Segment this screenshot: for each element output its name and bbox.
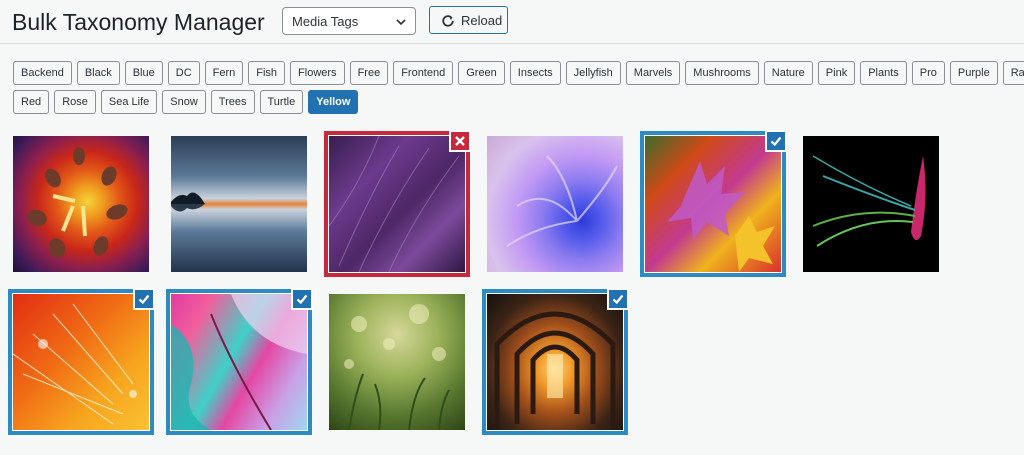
tag-marvels[interactable]: Marvels xyxy=(625,61,681,85)
tag-red[interactable]: Red xyxy=(13,90,50,114)
tag-sea-life[interactable]: Sea Life xyxy=(100,90,158,114)
tag-fern[interactable]: Fern xyxy=(204,61,244,85)
selected-badge[interactable] xyxy=(607,288,629,310)
chevron-down-icon xyxy=(396,19,406,26)
tag-row: Backend Black Blue DC Fern Fish Flowers Free Fro… xyxy=(13,61,1024,85)
tag-black[interactable]: Black xyxy=(76,61,120,85)
media-tile-arched-corridor[interactable] xyxy=(482,288,629,435)
tag-green[interactable]: Green xyxy=(458,61,505,85)
media-tile-purple-feathers[interactable] xyxy=(324,130,471,277)
check-icon xyxy=(770,136,782,147)
tag-snow[interactable]: Snow xyxy=(162,90,206,114)
media-thumbnail xyxy=(329,136,465,272)
tag-backend[interactable]: Backend xyxy=(13,61,72,85)
media-thumbnail xyxy=(487,294,623,430)
taxonomy-select-value: Media Tags xyxy=(292,14,359,29)
check-icon xyxy=(138,294,150,305)
media-tile-alcohol-ink[interactable] xyxy=(166,288,313,435)
tag-fish[interactable]: Fish xyxy=(248,61,286,85)
tag-mushrooms[interactable]: Mushrooms xyxy=(685,61,759,85)
media-thumbnail xyxy=(171,136,307,272)
page-title: Bulk Taxonomy Manager xyxy=(12,9,265,35)
tag-row: Red Rose Sea Life Snow Trees Turtle Yellow xyxy=(13,90,1017,114)
check-icon xyxy=(296,294,308,305)
tag-purple[interactable]: Purple xyxy=(949,61,998,85)
tag-yellow[interactable]: Yellow xyxy=(308,90,359,114)
media-tile-dandelion-orange[interactable] xyxy=(8,288,155,435)
selected-badge[interactable] xyxy=(291,288,313,310)
page-header: Bulk Taxonomy Manager Media Tags Reload xyxy=(0,0,1024,44)
media-tile-purple-chrysanthemum[interactable] xyxy=(482,131,628,277)
tag-rainbow[interactable]: Rainbow xyxy=(1002,61,1024,85)
media-thumbnail xyxy=(13,294,149,430)
tag-trees[interactable]: Trees xyxy=(210,90,255,114)
selected-badge[interactable] xyxy=(765,130,787,152)
selected-badge[interactable] xyxy=(133,288,155,310)
reload-button[interactable]: Reload xyxy=(429,6,508,34)
media-thumbnail xyxy=(487,136,623,272)
tag-rose[interactable]: Rose xyxy=(54,90,96,114)
taxonomy-select[interactable]: Media Tags xyxy=(282,7,416,35)
tag-blue[interactable]: Blue xyxy=(124,61,163,85)
tag-frontend[interactable]: Frontend xyxy=(393,61,454,85)
tag-free[interactable]: Free xyxy=(349,61,389,85)
tag-nature[interactable]: Nature xyxy=(763,61,813,85)
media-thumbnail xyxy=(171,294,307,430)
media-thumbnail xyxy=(13,136,149,272)
excluded-badge[interactable] xyxy=(449,130,471,152)
media-thumbnail xyxy=(329,294,465,430)
check-icon xyxy=(612,294,624,305)
reload-icon xyxy=(442,15,454,27)
media-tile-flower-stamens[interactable] xyxy=(8,131,154,277)
media-tile-lily-on-black[interactable] xyxy=(798,131,944,277)
media-thumbnail xyxy=(645,136,781,272)
media-thumbnail xyxy=(803,136,939,272)
tag-insects[interactable]: Insects xyxy=(509,61,561,85)
tag-turtle[interactable]: Turtle xyxy=(259,90,304,114)
tag-pro[interactable]: Pro xyxy=(911,61,945,85)
media-tile-autumn-leaves[interactable] xyxy=(640,130,787,277)
tag-filter-list: Backend Black Blue DC Fern Fish Flowers Free Fro… xyxy=(13,61,1024,119)
close-icon xyxy=(455,136,465,146)
tag-pink[interactable]: Pink xyxy=(817,61,856,85)
tag-plants[interactable]: Plants xyxy=(860,61,907,85)
reload-label: Reload xyxy=(461,13,503,28)
tag-flowers[interactable]: Flowers xyxy=(290,61,345,85)
media-tile-sunset-reflection[interactable] xyxy=(166,131,312,277)
media-tile-dewy-grass[interactable] xyxy=(324,289,470,435)
tag-dc[interactable]: DC xyxy=(167,61,200,85)
tag-jellyfish[interactable]: Jellyfish xyxy=(565,61,621,85)
